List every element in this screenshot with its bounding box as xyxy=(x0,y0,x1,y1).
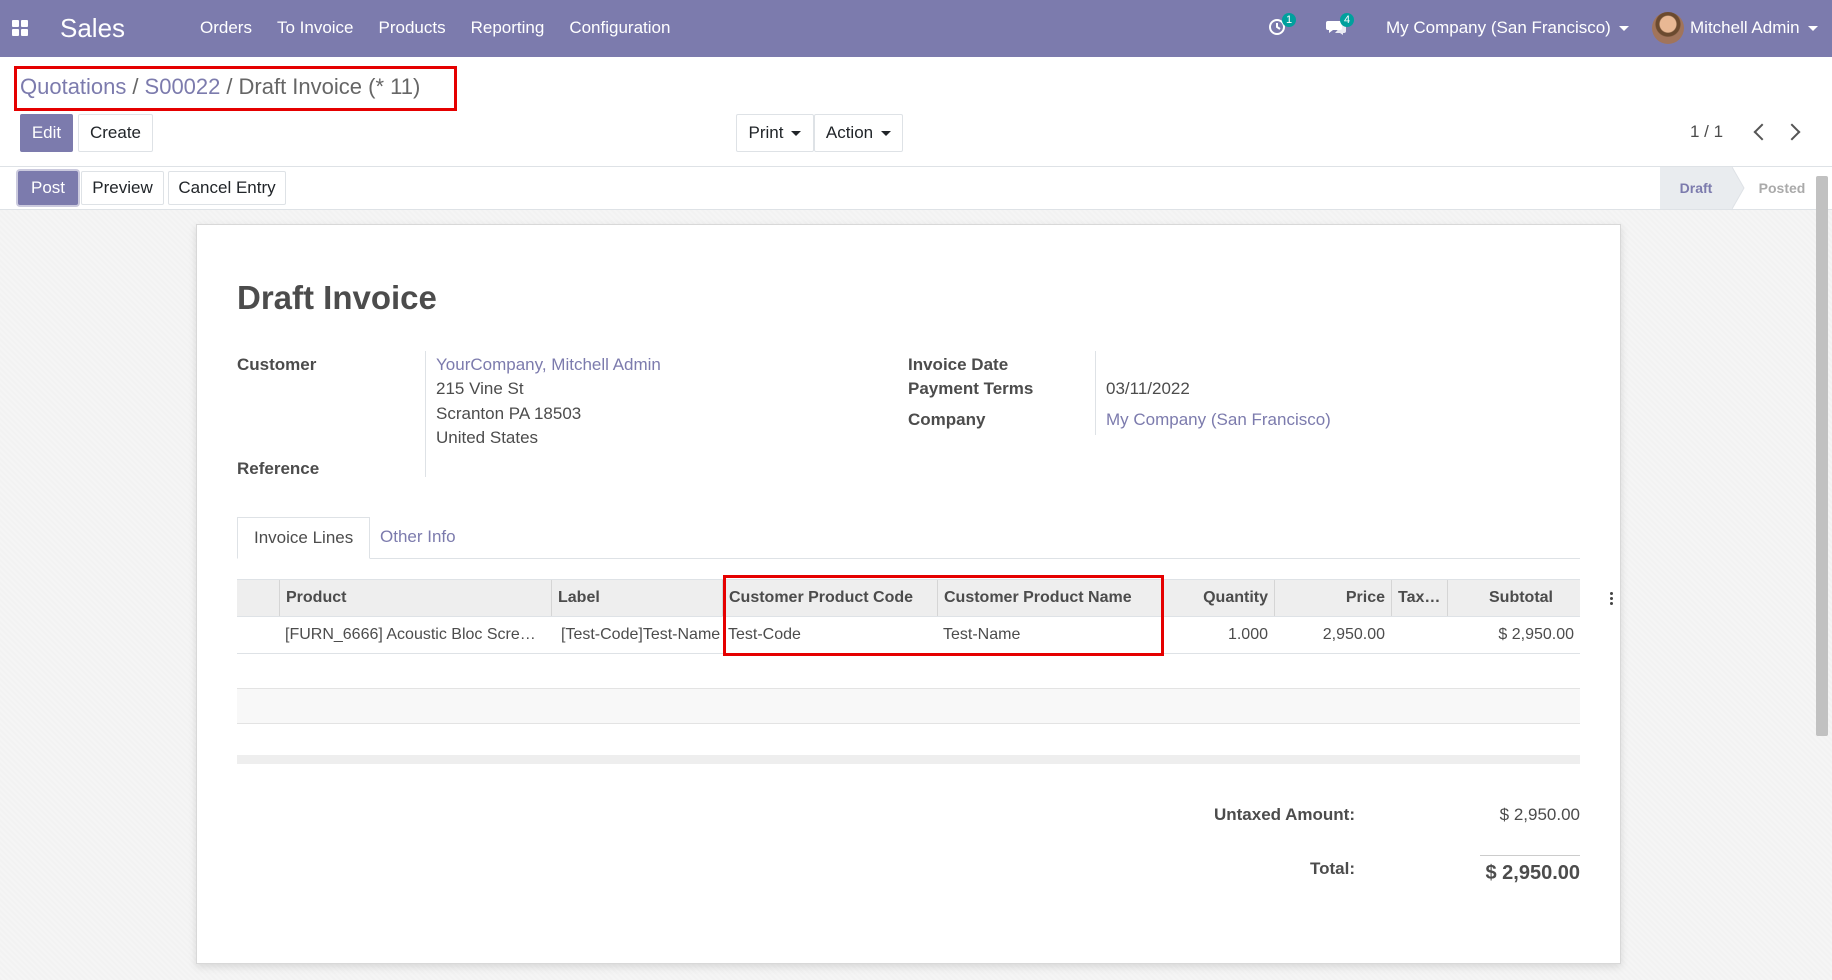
column-quantity[interactable]: Quantity xyxy=(1159,580,1274,616)
cancel-entry-button[interactable]: Cancel Entry xyxy=(168,171,286,205)
action-label: Action xyxy=(825,123,874,142)
payment-terms-label: Payment Terms xyxy=(908,379,1034,398)
chevron-down-icon xyxy=(1618,26,1629,32)
chevron-down-icon xyxy=(1807,26,1818,32)
table-footer xyxy=(237,755,1580,764)
menu-orders[interactable]: Orders xyxy=(200,18,252,38)
company-label: Company xyxy=(908,410,986,429)
menu-products[interactable]: Products xyxy=(379,18,446,38)
cell-product: [FURN_6666] Acoustic Bloc Scre… xyxy=(285,626,536,643)
stage-posted[interactable]: Posted xyxy=(1742,167,1822,209)
address-line-1: 215 Vine St xyxy=(436,379,524,398)
activity-clock-icon[interactable]: 1 xyxy=(1268,13,1296,38)
cell-taxes xyxy=(1391,617,1447,653)
optional-columns-icon[interactable] xyxy=(1610,592,1613,607)
customer-link[interactable]: YourCompany, Mitchell Admin xyxy=(436,355,661,375)
company-link[interactable]: My Company (San Francisco) xyxy=(1106,410,1331,430)
preview-button[interactable]: Preview xyxy=(81,171,164,205)
tab-invoice-lines[interactable]: Invoice Lines xyxy=(237,517,371,559)
breadcrumb-highlight-box xyxy=(14,66,457,111)
print-dropdown[interactable]: Print xyxy=(736,114,814,152)
activity-badge: 1 xyxy=(1282,13,1296,27)
company-switcher[interactable]: My Company (San Francisco) xyxy=(1386,18,1629,38)
post-button[interactable]: Post xyxy=(18,171,78,205)
messages-chat-icon[interactable]: 4 xyxy=(1326,13,1354,38)
chevron-down-icon xyxy=(791,130,802,136)
app-title[interactable]: Sales xyxy=(60,13,125,44)
main-menu: Orders To Invoice Products Reporting Con… xyxy=(200,18,670,38)
page-title: Draft Invoice xyxy=(237,279,437,316)
print-label: Print xyxy=(748,123,784,142)
messages-badge: 4 xyxy=(1340,13,1354,27)
empty-row xyxy=(237,724,1580,759)
reference-label: Reference xyxy=(237,459,320,478)
cell-quantity: 1.000 xyxy=(1227,626,1268,643)
column-label[interactable]: Label xyxy=(551,580,722,616)
create-button[interactable]: Create xyxy=(78,114,153,152)
column-taxes[interactable]: Tax… xyxy=(1391,580,1447,616)
apps-menu-icon[interactable] xyxy=(12,20,28,36)
customer-label: Customer xyxy=(237,355,317,374)
cell-subtotal: $ 2,950.00 xyxy=(1498,626,1574,643)
column-price[interactable]: Price xyxy=(1274,580,1391,616)
cell-label: [Test-Code]Test-Name xyxy=(561,626,721,643)
total-label: Total: xyxy=(1309,859,1355,878)
address-line-3: United States xyxy=(436,428,539,447)
empty-row xyxy=(237,654,1580,689)
next-arrow-icon[interactable] xyxy=(1783,123,1801,141)
tab-other-info[interactable]: Other Info xyxy=(364,517,472,559)
top-navbar: Sales Orders To Invoice Products Reporti… xyxy=(0,0,1832,57)
payment-terms-value: 03/11/2022 xyxy=(1106,379,1190,398)
pager-value[interactable]: 1 / 1 xyxy=(1690,122,1723,142)
chevron-down-icon xyxy=(881,130,892,136)
customer-product-columns-highlight-box xyxy=(723,575,1164,656)
stage-draft[interactable]: Draft xyxy=(1660,167,1732,209)
column-product[interactable]: Product xyxy=(279,580,551,616)
invoice-sheet: Draft Invoice Customer YourCompany, Mitc… xyxy=(196,224,1621,964)
avatar[interactable] xyxy=(1652,12,1684,44)
status-bar: Post Preview Cancel Entry Draft Posted xyxy=(0,166,1832,210)
invoice-date-label: Invoice Date xyxy=(908,355,1009,374)
user-name: Mitchell Admin xyxy=(1690,18,1800,37)
scrollbar[interactable] xyxy=(1816,176,1828,736)
address-line-2: Scranton PA 18503 xyxy=(436,404,582,423)
notebook-tabs: Invoice Lines Other Info xyxy=(237,517,1580,559)
column-subtotal[interactable]: Subtotal xyxy=(1447,580,1571,616)
total-value: $ 2,950.00 xyxy=(1485,862,1580,884)
empty-row xyxy=(237,689,1580,724)
company-name: My Company (San Francisco) xyxy=(1386,18,1611,37)
previous-arrow-icon[interactable] xyxy=(1753,123,1771,141)
cell-price: 2,950.00 xyxy=(1322,626,1385,643)
action-dropdown[interactable]: Action xyxy=(814,114,903,152)
menu-configuration[interactable]: Configuration xyxy=(569,18,670,38)
edit-button[interactable]: Edit xyxy=(20,114,73,152)
menu-to-invoice[interactable]: To Invoice xyxy=(277,18,354,38)
user-menu[interactable]: Mitchell Admin xyxy=(1690,18,1818,38)
untaxed-amount-label: Untaxed Amount: xyxy=(1213,805,1355,824)
menu-reporting[interactable]: Reporting xyxy=(471,18,545,38)
untaxed-amount-value: $ 2,950.00 xyxy=(1499,805,1580,824)
